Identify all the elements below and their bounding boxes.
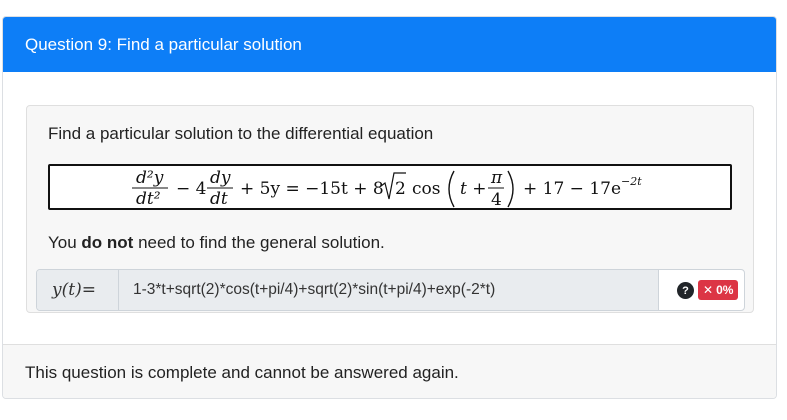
eq-exponent: −2t bbox=[621, 175, 642, 188]
question-note: You do not need to find the general solu… bbox=[48, 233, 385, 253]
eq-sqrt-arg: 2 bbox=[395, 179, 406, 199]
eq-dt2: dt² bbox=[136, 189, 161, 209]
equation-svg: d²y dt² − 4 dy dt + 5y = −15t + 8 2 cos bbox=[132, 168, 642, 210]
eq-t-plus: t + bbox=[460, 179, 486, 199]
eq-left-paren bbox=[448, 170, 455, 208]
eq-minus4: − 4 bbox=[176, 179, 206, 199]
answer-label-eq: = bbox=[81, 280, 96, 300]
question-card: Question 9: Find a particular solution F… bbox=[2, 16, 777, 399]
eq-dt: dt bbox=[210, 189, 228, 209]
score-badge[interactable]: ✕ 0% bbox=[698, 280, 739, 300]
eq-right-paren bbox=[507, 170, 514, 208]
answer-label-var: y(t) bbox=[52, 280, 82, 300]
x-icon: ✕ bbox=[703, 283, 714, 297]
question-footer: This question is complete and cannot be … bbox=[3, 344, 776, 398]
answer-input-group: y(t) = 1-3*t+sqrt(2)*cos(t+pi/4)+sqrt(2)… bbox=[36, 269, 745, 311]
status-message: This question is complete and cannot be … bbox=[25, 362, 459, 382]
question-header: Question 9: Find a particular solution bbox=[3, 17, 776, 72]
score-value: 0% bbox=[716, 283, 734, 297]
question-prompt: Find a particular solution to the differ… bbox=[48, 124, 434, 143]
eq-cos: cos bbox=[412, 179, 440, 199]
note-before: You bbox=[48, 233, 82, 252]
question-panel: Find a particular solution to the differ… bbox=[26, 105, 754, 313]
question-body: Find a particular solution to the differ… bbox=[3, 72, 776, 344]
note-bold: do not bbox=[81, 233, 134, 252]
eq-middle: + 5y = −15t + 8 bbox=[240, 179, 384, 199]
help-icon[interactable]: ? bbox=[677, 282, 694, 299]
eq-d2y: d²y bbox=[136, 168, 164, 188]
eq-dy: dy bbox=[210, 168, 231, 188]
answer-label: y(t) = bbox=[37, 270, 119, 310]
eq-tail: + 17 − 17e bbox=[523, 179, 621, 199]
answer-field[interactable]: 1-3*t+sqrt(2)*cos(t+pi/4)+sqrt(2)*sin(t+… bbox=[119, 270, 659, 310]
eq-pi: π bbox=[490, 168, 503, 188]
eq-four: 4 bbox=[491, 190, 502, 210]
question-title: Question 9: Find a particular solution bbox=[25, 34, 302, 54]
note-after: need to find the general solution. bbox=[133, 233, 385, 252]
equation-display: d²y dt² − 4 dy dt + 5y = −15t + 8 2 cos bbox=[48, 164, 732, 210]
